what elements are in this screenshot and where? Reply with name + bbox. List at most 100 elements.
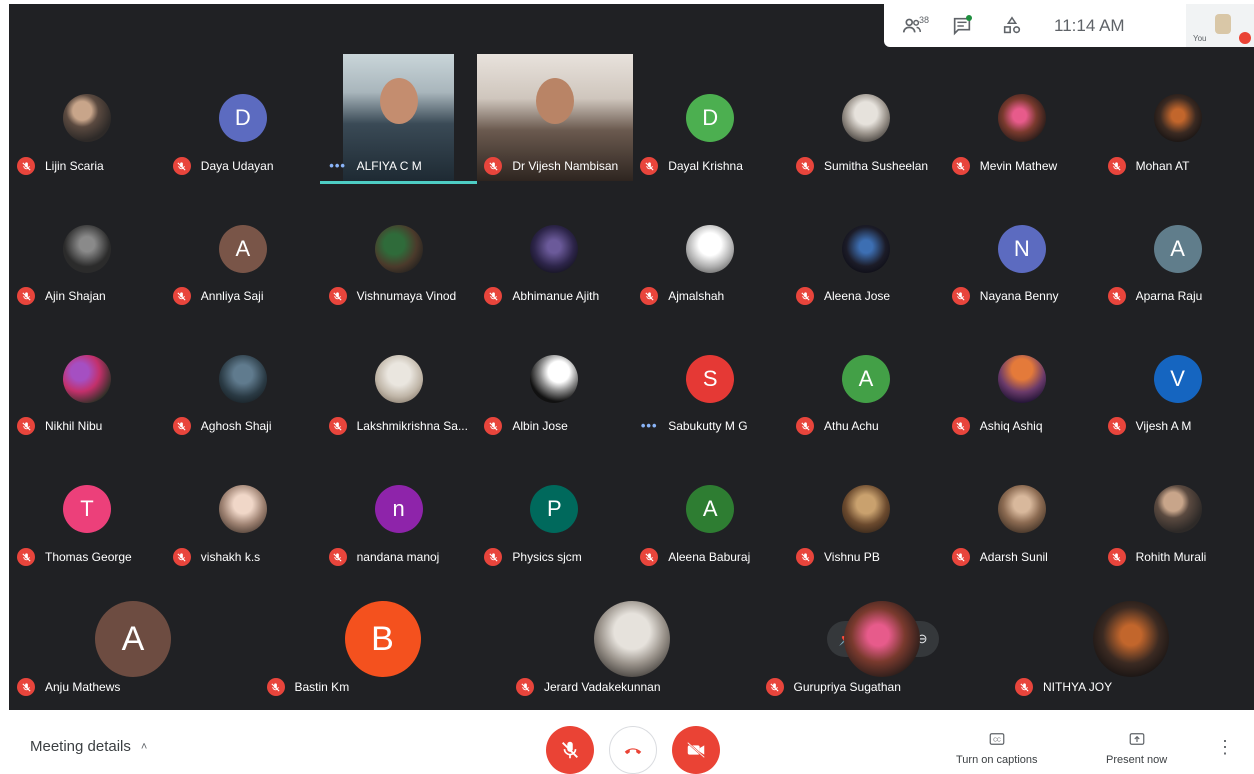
- mic-muted-icon: [640, 157, 659, 175]
- self-avatar: [1215, 14, 1231, 34]
- participant-avatar-initial[interactable]: S: [686, 355, 735, 403]
- mic-muted-icon: [1107, 417, 1126, 435]
- mic-muted-icon: [796, 417, 814, 435]
- activities-button[interactable]: [990, 4, 1034, 47]
- participant-name-row: nandana manoj: [328, 547, 440, 567]
- participant-name: Aghosh Shaji: [200, 419, 272, 433]
- mic-muted-icon: [17, 417, 35, 435]
- participant-name: Mevin Mathew: [979, 159, 1058, 173]
- participant-name: Aleena Baburaj: [668, 550, 751, 564]
- mic-muted-icon: [17, 287, 35, 305]
- participant-name: vishakh k.s: [200, 550, 261, 564]
- participant-name-row: Mohan AT: [1107, 156, 1190, 176]
- participant-name-row: Ajmalshah: [640, 286, 724, 306]
- participant-name: Dr Vijesh Nambisan: [512, 159, 619, 173]
- participant-avatar-initial[interactable]: n: [374, 485, 423, 533]
- participant-name: Sumitha Susheelan: [824, 159, 929, 173]
- participant-name-row: Dayal Krishna: [640, 156, 743, 176]
- mic-muted-icon: [17, 157, 35, 175]
- participant-name: Athu Achu: [824, 419, 879, 433]
- microphone-toggle-button[interactable]: [546, 726, 594, 774]
- participant-name: Adarsh Sunil: [979, 550, 1048, 564]
- participant-avatar-initial[interactable]: V: [1153, 355, 1202, 403]
- participant-avatar-photo[interactable]: [1093, 601, 1169, 677]
- participant-avatar-initial[interactable]: A: [842, 355, 890, 403]
- participant-name: Thomas George: [45, 550, 132, 564]
- captions-button[interactable]: CC Turn on captions: [956, 730, 1038, 766]
- self-mute-icon: [1239, 32, 1251, 44]
- participant-avatar-photo[interactable]: [374, 355, 423, 403]
- participant-name-row: Rohith Murali: [1107, 547, 1207, 567]
- participant-name: Abhimanue Ajith: [512, 289, 600, 303]
- speaking-indicator-icon: •••: [640, 418, 658, 433]
- hang-up-icon: [624, 748, 642, 755]
- top-bar: 38 11:14 AM You: [884, 4, 1254, 47]
- participants-count: 38: [918, 15, 929, 25]
- participant-avatar-initial[interactable]: B: [344, 601, 421, 677]
- participant-name: Ajmalshah: [668, 289, 725, 303]
- participant-avatar-photo[interactable]: [842, 94, 890, 142]
- meeting-details-button[interactable]: Meeting details ˄: [30, 738, 147, 755]
- camera-toggle-button[interactable]: [672, 726, 720, 774]
- chat-button[interactable]: [940, 4, 984, 47]
- participant-name: Ashiq Ashiq: [979, 419, 1043, 433]
- participant-avatar-initial[interactable]: D: [686, 94, 735, 142]
- participant-name: Rohith Murali: [1135, 550, 1207, 564]
- participant-avatar-photo[interactable]: [997, 485, 1046, 533]
- participant-name-row: Nayana Benny: [951, 286, 1059, 306]
- participant-name-row: Bastin Km: [266, 677, 349, 697]
- participant-avatar-photo[interactable]: [686, 225, 735, 273]
- participant-name-row: Vishnu PB: [796, 547, 880, 567]
- participant-avatar-photo[interactable]: [997, 355, 1046, 403]
- participant-avatar-initial[interactable]: A: [1153, 225, 1202, 273]
- participant-avatar-photo[interactable]: [63, 225, 111, 273]
- mic-off-icon: [562, 741, 578, 759]
- participant-name-row: Daya Udayan: [172, 156, 274, 176]
- participant-name-row: Abhimanue Ajith: [484, 286, 599, 306]
- participant-avatar-initial[interactable]: A: [686, 485, 735, 533]
- participant-avatar-photo[interactable]: [374, 225, 423, 273]
- participant-avatar-photo[interactable]: [1153, 94, 1202, 142]
- participants-button[interactable]: 38: [890, 4, 934, 47]
- participant-avatar-photo[interactable]: [843, 601, 920, 677]
- participant-avatar-initial[interactable]: A: [218, 225, 267, 273]
- participant-name: Mohan AT: [1135, 159, 1190, 173]
- participant-avatar-initial[interactable]: T: [63, 485, 111, 533]
- participant-name: Lakshmikrishna Sa...: [356, 419, 468, 433]
- participant-avatar-photo[interactable]: [842, 485, 890, 533]
- mic-muted-icon: [172, 157, 191, 175]
- mic-muted-icon: [484, 548, 503, 566]
- participant-name-row: Ajin Shajan: [17, 286, 106, 306]
- participant-avatar-photo[interactable]: [594, 601, 670, 677]
- present-button[interactable]: Present now: [1106, 730, 1167, 766]
- participant-name: Physics sjcm: [512, 550, 582, 564]
- participant-avatar-photo[interactable]: [842, 225, 890, 273]
- chat-notification-dot: [966, 15, 972, 21]
- participant-name: nandana manoj: [356, 550, 440, 564]
- speaking-indicator-icon: •••: [329, 158, 346, 173]
- participant-avatar-photo[interactable]: [218, 355, 267, 403]
- mic-muted-icon: [484, 417, 503, 435]
- participant-avatar-photo[interactable]: [63, 94, 111, 142]
- participant-name: Albin Jose: [512, 419, 568, 433]
- participant-name-row: Aghosh Shaji: [172, 416, 272, 436]
- mic-muted-icon: [951, 417, 970, 435]
- leave-call-button[interactable]: [609, 726, 657, 774]
- participant-name: Vishnumaya Vinod: [356, 289, 457, 303]
- participant-name-row: Gurupriya Sugathan: [765, 677, 901, 697]
- participant-name-row: Sumitha Susheelan: [796, 156, 928, 176]
- participant-name-row: Vishnumaya Vinod: [328, 286, 457, 306]
- participant-avatar-photo[interactable]: [218, 485, 267, 533]
- participant-name-row: Ashiq Ashiq: [951, 416, 1043, 436]
- participant-avatar-photo[interactable]: [63, 355, 111, 403]
- participant-avatar-initial[interactable]: A: [95, 601, 171, 677]
- participant-name-row: Jerard Vadakekunnan: [516, 677, 661, 697]
- participant-avatar-initial[interactable]: N: [997, 225, 1046, 273]
- more-options-icon[interactable]: ⋮: [1216, 738, 1234, 756]
- participant-name-row: Lijin Scaria: [17, 156, 104, 176]
- participant-name: Jerard Vadakekunnan: [544, 680, 661, 694]
- participant-avatar-initial[interactable]: D: [218, 94, 267, 142]
- participant-avatar-photo[interactable]: [997, 94, 1046, 142]
- self-view[interactable]: You: [1186, 4, 1254, 47]
- participant-avatar-photo[interactable]: [1153, 485, 1202, 533]
